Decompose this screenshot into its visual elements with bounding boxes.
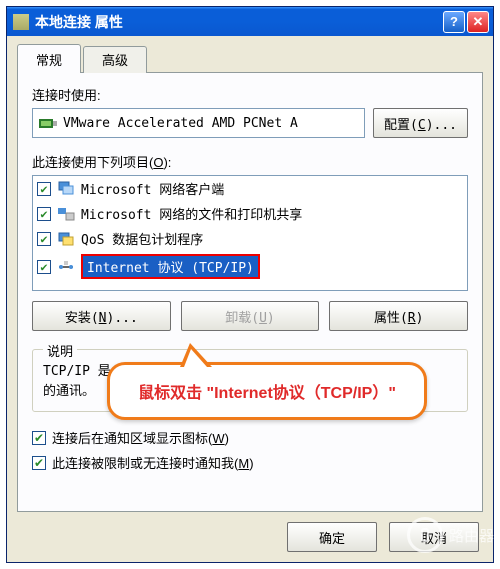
tab-advanced[interactable]: 高级 <box>83 46 147 73</box>
protocol-icon <box>57 258 75 276</box>
checkbox[interactable] <box>37 260 51 274</box>
watermark: 路由器 <box>407 517 494 553</box>
checkbox[interactable] <box>32 431 46 445</box>
dialog-body: 常规 高级 连接时使用: VMware Accelerated AMD PCNe… <box>7 36 493 562</box>
client-icon <box>57 180 75 198</box>
checkbox[interactable] <box>37 207 51 221</box>
checkbox[interactable] <box>37 232 51 246</box>
tab-general[interactable]: 常规 <box>17 44 81 73</box>
checkbox[interactable] <box>32 456 46 470</box>
components-list[interactable]: Microsoft 网络客户端 Microsoft 网络的文件和打印机共享 Qo… <box>32 175 468 291</box>
tab-panel: 连接时使用: VMware Accelerated AMD PCNet A 配置… <box>17 72 483 512</box>
checkbox-label: 此连接被限制或无连接时通知我(M) <box>52 453 254 472</box>
properties-button[interactable]: 属性(R) <box>329 301 468 331</box>
annotation-callout: 鼠标双击 "Internet协议（TCP/IP）" <box>107 362 427 420</box>
qos-icon <box>57 230 75 248</box>
watermark-text: 路由器 <box>449 525 494 546</box>
checkbox[interactable] <box>37 182 51 196</box>
adapter-name: VMware Accelerated AMD PCNet A <box>63 116 298 131</box>
titlebar: 本地连接 属性 ? ✕ <box>7 7 493 36</box>
notify-limited-option[interactable]: 此连接被限制或无连接时通知我(M) <box>32 453 468 472</box>
ok-button[interactable]: 确定 <box>287 522 377 552</box>
description-legend: 说明 <box>43 341 77 360</box>
configure-button[interactable]: 配置(C)... <box>373 108 468 138</box>
list-item[interactable]: Microsoft 网络客户端 <box>33 176 467 201</box>
callout-text: 鼠标双击 "Internet协议（TCP/IP）" <box>126 379 408 403</box>
close-button[interactable]: ✕ <box>467 11 489 33</box>
list-item-label: Microsoft 网络客户端 <box>81 179 224 198</box>
nic-icon <box>39 116 57 130</box>
list-item[interactable]: Microsoft 网络的文件和打印机共享 <box>33 201 467 226</box>
dialog-window: 本地连接 属性 ? ✕ 常规 高级 连接时使用: VMware Accelera… <box>6 6 494 563</box>
help-button[interactable]: ? <box>443 11 465 33</box>
list-item-tcpip[interactable]: Internet 协议 (TCP/IP) <box>33 251 467 282</box>
install-button[interactable]: 安装(N)... <box>32 301 171 331</box>
show-icon-option[interactable]: 连接后在通知区域显示图标(W) <box>32 428 468 447</box>
adapter-display: VMware Accelerated AMD PCNet A <box>32 108 365 138</box>
connect-using-label: 连接时使用: <box>32 85 468 104</box>
bottom-options: 连接后在通知区域显示图标(W) 此连接被限制或无连接时通知我(M) <box>32 428 468 472</box>
tabs: 常规 高级 <box>17 44 483 73</box>
adapter-row: VMware Accelerated AMD PCNet A 配置(C)... <box>32 108 468 138</box>
list-item-label-selected: Internet 协议 (TCP/IP) <box>81 254 260 279</box>
items-label: 此连接使用下列项目(O): <box>32 152 468 171</box>
list-item-label: QoS 数据包计划程序 <box>81 229 203 248</box>
uninstall-button: 卸载(U) <box>181 301 320 331</box>
window-title: 本地连接 属性 <box>35 12 441 32</box>
list-item[interactable]: QoS 数据包计划程序 <box>33 226 467 251</box>
window-icon <box>13 14 29 30</box>
component-buttons: 安装(N)... 卸载(U) 属性(R) <box>32 301 468 331</box>
list-item-label: Microsoft 网络的文件和打印机共享 <box>81 204 302 223</box>
service-icon <box>57 205 75 223</box>
watermark-icon <box>407 517 443 553</box>
checkbox-label: 连接后在通知区域显示图标(W) <box>52 428 229 447</box>
